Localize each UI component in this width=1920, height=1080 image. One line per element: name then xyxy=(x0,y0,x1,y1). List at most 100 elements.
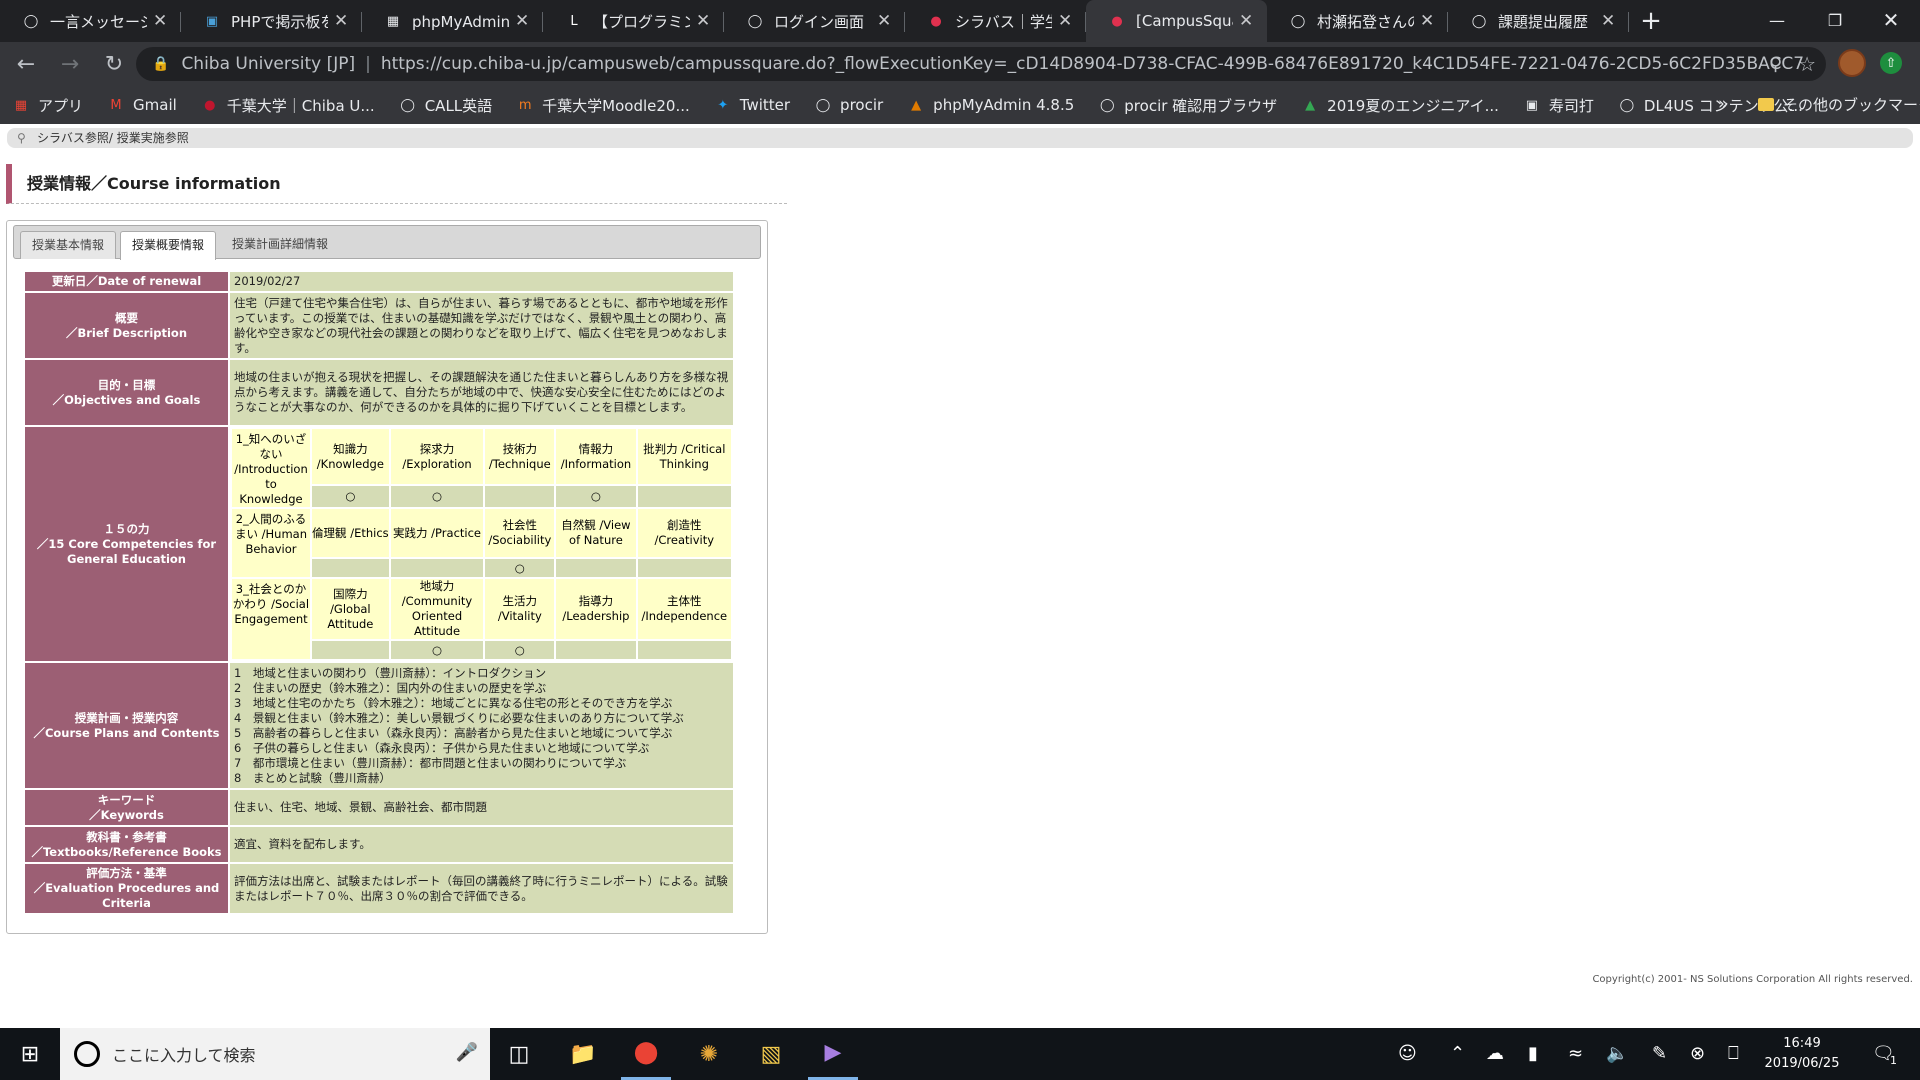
browser-tab[interactable]: ◯ ログイン画面 ✕ xyxy=(724,0,905,42)
browser-tab[interactable]: ◯ 課題提出履歴 ✕ xyxy=(1448,0,1629,42)
other-bookmarks[interactable]: その他のブックマーク xyxy=(1758,94,1920,115)
close-icon[interactable]: ✕ xyxy=(153,11,169,31)
extension-avatar-icon[interactable] xyxy=(1838,49,1866,77)
competency-mark: ○ xyxy=(483,557,557,579)
tab-title: phpMyAdmin を xyxy=(412,12,509,31)
bookmark-item[interactable]: ● 千葉大学｜Chiba U... xyxy=(201,95,375,116)
bookmark-item[interactable]: ◯ procir xyxy=(814,95,883,116)
forward-icon[interactable]: → xyxy=(52,46,88,82)
bookmark-icon: m xyxy=(518,97,532,113)
bookmark-item[interactable]: M Gmail xyxy=(107,95,176,116)
browser-tab[interactable]: ● シラバス｜学生生 ✕ xyxy=(905,0,1086,42)
bookmarks-more-button[interactable]: » xyxy=(1718,94,1728,114)
bookmark-item[interactable]: ▦ アプリ xyxy=(12,95,83,116)
close-window-button[interactable]: ✕ xyxy=(1862,0,1920,40)
competency-mark xyxy=(483,484,557,509)
competency-mark xyxy=(635,639,734,661)
competency-item: 批判力 /Critical Thinking xyxy=(635,426,734,487)
dot-icon: ● xyxy=(930,13,942,29)
visual-studio-icon[interactable]: ▶ xyxy=(808,1028,858,1080)
cortana-icon[interactable] xyxy=(74,1041,100,1067)
keywords-label: キーワード ／Keywords xyxy=(23,788,230,827)
close-icon[interactable]: ✕ xyxy=(1601,11,1617,31)
app-close-icon[interactable]: ⊗ xyxy=(1690,1043,1705,1064)
wifi-icon[interactable]: ≈ xyxy=(1568,1043,1583,1064)
restore-button[interactable]: ❐ xyxy=(1806,0,1864,40)
browser-tab[interactable]: ▣ PHPで掲示板を作 ✕ xyxy=(181,0,362,42)
copyright-text: Copyright(c) 2001- NS Solutions Corporat… xyxy=(1592,974,1913,985)
close-icon[interactable]: ✕ xyxy=(877,11,893,31)
objectives-label: 目的・目標 ／Objectives and Goals xyxy=(23,358,230,427)
task-view-icon[interactable]: ◫ xyxy=(494,1028,544,1080)
tab-title: PHPで掲示板を作 xyxy=(231,12,328,31)
tab-basic-info[interactable]: 授業基本情報 xyxy=(20,231,116,259)
row-competencies: １５の力 ／15 Core Competencies for General Ed… xyxy=(23,425,735,663)
close-icon[interactable]: ✕ xyxy=(334,11,350,31)
reload-icon[interactable]: ↻ xyxy=(96,46,132,82)
browser-tab[interactable]: ▦ phpMyAdmin を ✕ xyxy=(362,0,543,42)
close-icon[interactable]: ✕ xyxy=(1420,11,1436,31)
chevron-up-icon[interactable]: ⌃ xyxy=(1450,1043,1465,1064)
bookmark-item[interactable]: ▲ phpMyAdmin 4.8.5 xyxy=(907,95,1074,116)
battery-icon[interactable]: ▮ xyxy=(1528,1043,1538,1064)
back-icon[interactable]: ← xyxy=(8,46,44,82)
url-text[interactable]: https://cup.chiba-u.jp/campusweb/campuss… xyxy=(381,54,1804,74)
clock-date: 2019/06/25 xyxy=(1764,1056,1840,1071)
browser-tab[interactable]: ● [CampusSquare ✕ xyxy=(1086,0,1267,42)
bookmark-item[interactable]: m 千葉大学Moodle20... xyxy=(516,95,690,116)
bookmark-star-icon[interactable]: ☆ xyxy=(1798,52,1816,76)
pen-icon[interactable]: ✎ xyxy=(1652,1043,1667,1064)
plan-item: 3 地域と住宅のかたち（鈴木雅之）：地域ごとに異なる住宅の形とそのでき方を学ぶ xyxy=(234,695,673,710)
search-icon: ⚲ xyxy=(17,131,26,145)
competency-mark xyxy=(310,639,391,661)
bookmark-item[interactable]: ▣ 寿司打 xyxy=(1523,95,1594,116)
close-icon[interactable]: ✕ xyxy=(1058,11,1074,31)
microphone-icon[interactable]: 🎤 xyxy=(456,1042,478,1063)
bookmark-icon: ◯ xyxy=(1100,97,1115,113)
browser-tab[interactable]: ◯ 村瀬拓登さんの ✕ xyxy=(1267,0,1448,42)
competency-item: 創造性 /Creativity xyxy=(635,507,734,559)
bookmark-label: 千葉大学Moodle20... xyxy=(542,96,690,115)
site-identity: Chiba University [JP] xyxy=(181,54,356,74)
globe-icon: ◯ xyxy=(747,13,763,29)
update-arrow-icon[interactable]: ⇧ xyxy=(1880,52,1902,74)
tab-title: シラバス｜学生生 xyxy=(955,12,1052,31)
competencies-cell: 1_知へのいざない /Introduction to Knowledge 知識力 … xyxy=(228,425,735,663)
tab-plan-detail[interactable]: 授業計画詳細情報 xyxy=(220,231,340,259)
typing-app-icon[interactable]: ▧ xyxy=(746,1028,796,1080)
chrome-icon[interactable]: ⬤ xyxy=(621,1028,671,1080)
windows-start-icon[interactable]: ⊞ xyxy=(0,1028,60,1080)
bookmark-label: 2019夏のエンジニアイ... xyxy=(1327,96,1499,115)
close-icon[interactable]: ✕ xyxy=(1239,11,1255,31)
ime-icon[interactable]: ⎕ xyxy=(1728,1043,1739,1064)
browser-tab[interactable]: L 【プログラミング初 ✕ xyxy=(543,0,724,42)
people-icon[interactable]: ☺ xyxy=(1398,1043,1417,1064)
file-explorer-icon[interactable]: 📁 xyxy=(558,1028,608,1080)
bookmark-label: Twitter xyxy=(739,96,791,114)
onedrive-icon[interactable]: ☁ xyxy=(1486,1043,1504,1064)
volume-icon[interactable]: 🔈 xyxy=(1606,1043,1628,1064)
tab-title: 村瀬拓登さんの xyxy=(1317,12,1414,31)
address-bar[interactable]: 🔒 Chiba University [JP] | https://cup.ch… xyxy=(136,47,1826,81)
plans-label: 授業計画・授業内容 ／Course Plans and Contents xyxy=(23,661,230,790)
bookmark-item[interactable]: ◯ CALL英語 xyxy=(399,95,492,116)
page-icon: ▣ xyxy=(205,13,219,29)
minimize-button[interactable]: — xyxy=(1748,0,1806,40)
clock[interactable]: 16:49 2019/06/25 xyxy=(1752,1034,1852,1074)
close-icon[interactable]: ✕ xyxy=(515,11,531,31)
bookmark-item[interactable]: ◯ procir 確認用ブラウザ xyxy=(1098,95,1277,116)
new-tab-button[interactable]: + xyxy=(1629,0,1673,42)
bookmark-item[interactable]: ✦ Twitter xyxy=(714,95,790,116)
bookmark-item[interactable]: ▲ 2019夏のエンジニアイ... xyxy=(1301,95,1499,116)
bookmark-icon: ● xyxy=(204,97,216,113)
browser-tab[interactable]: ◯ 一言メッセージ投 ✕ xyxy=(0,0,181,42)
tab-title: ログイン画面 xyxy=(774,12,865,31)
bookmark-label: CALL英語 xyxy=(424,96,493,115)
tab-summary-info[interactable]: 授業概要情報 xyxy=(120,231,216,260)
bookmark-icon: ✦ xyxy=(717,97,729,113)
zoom-icon[interactable]: ⚲ xyxy=(1769,54,1782,75)
close-icon[interactable]: ✕ xyxy=(696,11,712,31)
taskbar-search[interactable]: ここに入力して検索 🎤 xyxy=(60,1028,490,1080)
slack-icon[interactable]: ✺ xyxy=(684,1028,734,1080)
browser-toolbar: ← → ↻ 🔒 Chiba University [JP] | https://… xyxy=(0,42,1920,86)
